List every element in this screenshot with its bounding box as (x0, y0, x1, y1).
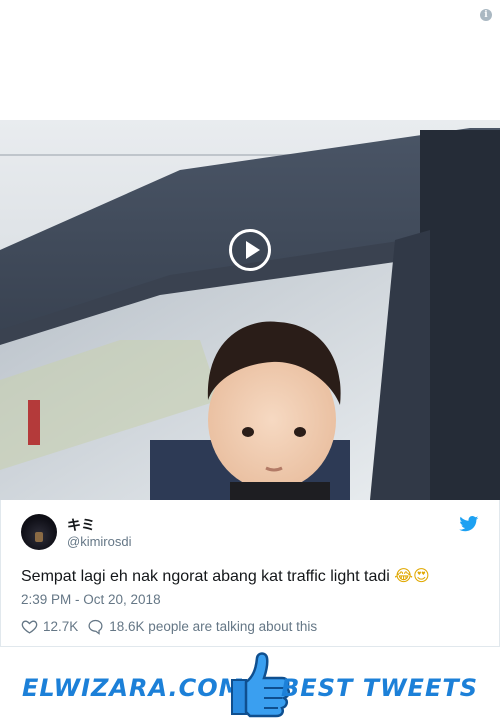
play-icon[interactable] (229, 229, 271, 271)
tweet-stats: 12.7K 18.6K people are talking about thi… (21, 618, 326, 635)
comment-bubble-icon (88, 619, 103, 635)
tweet-timestamp[interactable]: 2:39 PM - Oct 20, 2018 (21, 592, 161, 607)
tweet-body: Sempat lagi eh nak ngorat abang kat traf… (21, 568, 390, 585)
footer-banner: ELWIZARA.COM BEST TWEETS (0, 648, 500, 722)
like-button[interactable]: 12.7K (21, 618, 78, 635)
avatar[interactable] (21, 514, 57, 550)
best-tweets-label: BEST TWEETS (281, 674, 478, 702)
video-player[interactable]: i (0, 0, 500, 500)
tweet-card: キミ @kimirosdi Sempat lagi eh nak ngorat … (0, 500, 500, 647)
user-handle[interactable]: @kimirosdi (67, 534, 131, 549)
comment-button[interactable]: 18.6K people are talking about this (87, 618, 317, 635)
talking-count: 18.6K people are talking about this (109, 619, 318, 634)
display-name[interactable]: キミ (67, 515, 95, 535)
twitter-bird-icon[interactable] (459, 516, 479, 532)
tweet-emojis: 😂😍 (394, 566, 430, 585)
like-count: 12.7K (43, 619, 79, 634)
tweet-text: Sempat lagi eh nak ngorat abang kat traf… (21, 566, 430, 586)
info-icon[interactable]: i (480, 9, 492, 21)
heart-icon (21, 620, 38, 634)
site-name: ELWIZARA.COM (22, 674, 244, 702)
